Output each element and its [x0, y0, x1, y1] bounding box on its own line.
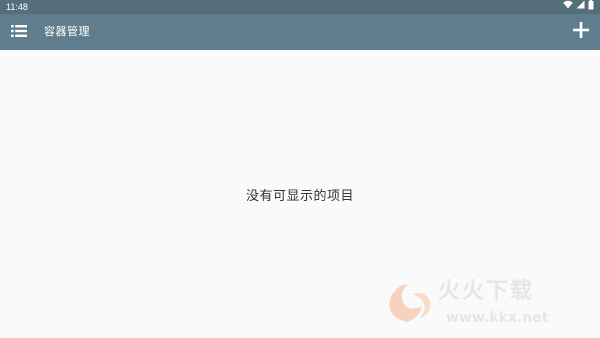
- app-bar: 容器管理: [0, 14, 600, 50]
- status-bar: 11:48: [0, 0, 600, 14]
- battery-icon: [588, 0, 594, 15]
- android-screen: 11:48 容器管理 没有可显示的项目 火火下载 www.kkx.net: [0, 0, 600, 338]
- list-icon: [11, 23, 27, 42]
- status-time: 11:48: [6, 2, 28, 12]
- add-button[interactable]: [570, 21, 592, 43]
- watermark-url: www.kkx.net: [446, 310, 549, 326]
- wifi-icon: [563, 0, 573, 14]
- status-icons: [563, 0, 594, 15]
- plus-icon: [573, 22, 589, 42]
- empty-state-message: 没有可显示的项目: [245, 189, 354, 204]
- watermark-logo: 火火下载 www.kkx.net: [382, 272, 582, 330]
- signal-icon: [576, 0, 585, 14]
- menu-button[interactable]: [9, 22, 29, 42]
- watermark-text: 火火下载: [438, 278, 534, 304]
- page-title: 容器管理: [44, 25, 90, 38]
- watermark-mark: [389, 284, 431, 322]
